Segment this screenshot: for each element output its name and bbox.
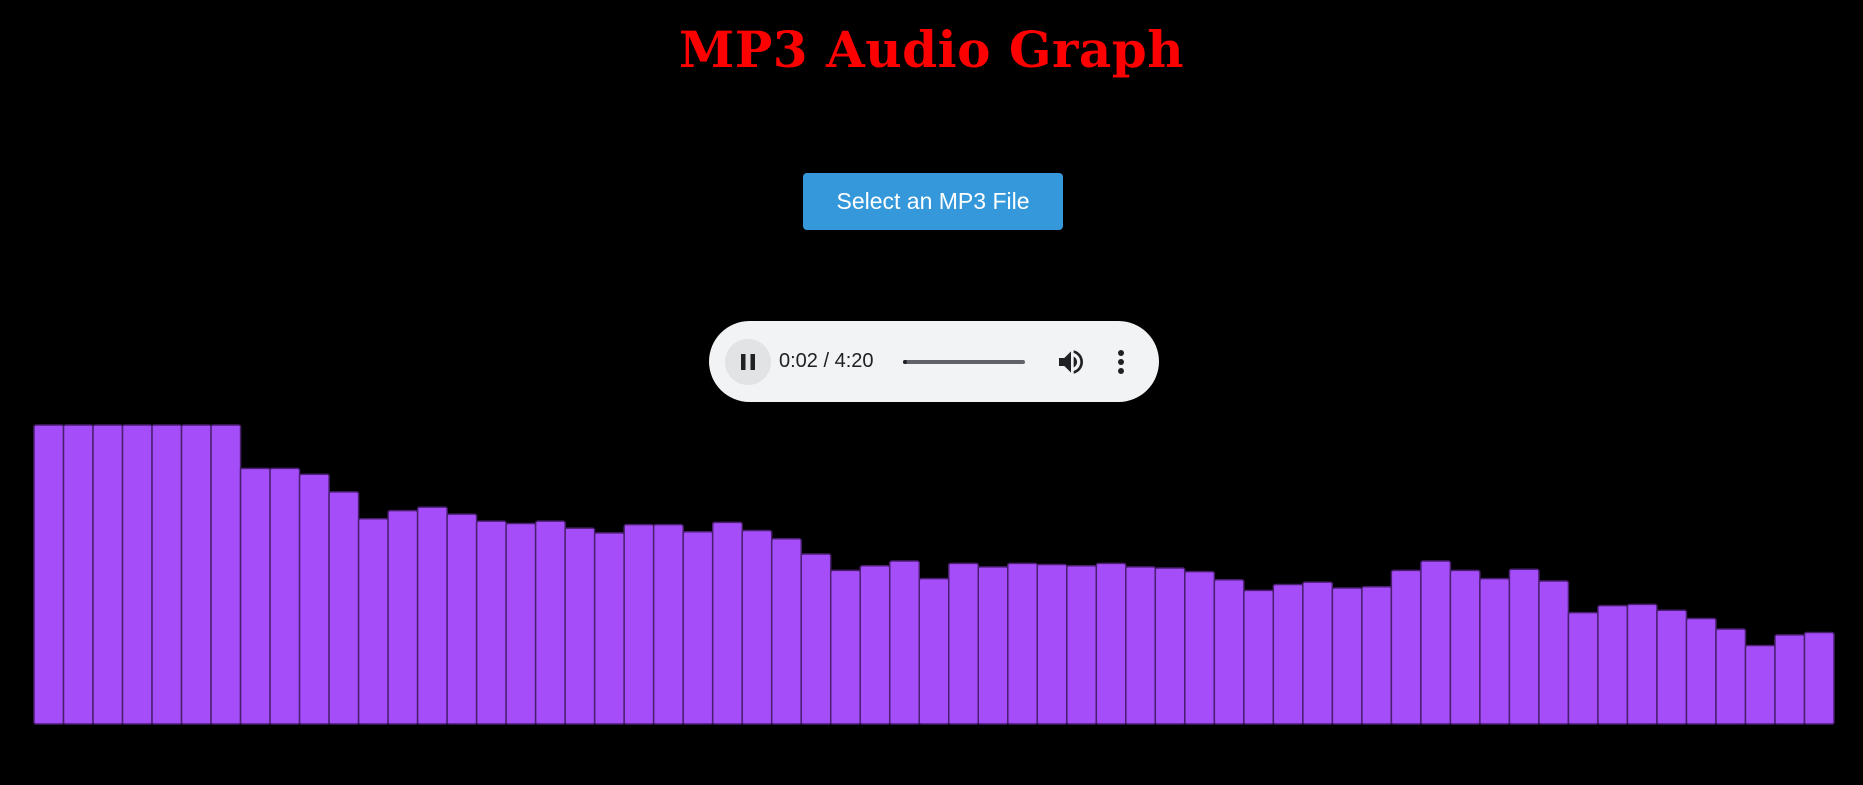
- bar: [1361, 586, 1393, 725]
- bar: [328, 491, 360, 725]
- more-vert-icon: [1118, 350, 1124, 374]
- bar: [269, 467, 301, 725]
- bar: [446, 513, 478, 725]
- bar: [210, 424, 242, 725]
- bar: [1508, 568, 1540, 725]
- volume-icon: [1059, 350, 1083, 374]
- bar: [682, 530, 714, 725]
- bar: [33, 424, 65, 725]
- bar: [505, 522, 537, 725]
- bar: [92, 424, 124, 725]
- bar: [829, 569, 861, 725]
- bar: [1390, 569, 1422, 725]
- bar: [888, 560, 920, 725]
- bar: [1331, 587, 1363, 725]
- bar: [1184, 570, 1216, 725]
- pause-button[interactable]: [725, 339, 771, 385]
- bar: [1420, 560, 1452, 725]
- progress-track: [903, 360, 1025, 364]
- bar: [1272, 583, 1304, 725]
- bar: [652, 523, 684, 725]
- select-mp3-file-button[interactable]: Select an MP3 File: [803, 173, 1063, 230]
- page: MP3 Audio Graph Select an MP3 File 0:02 …: [0, 0, 1863, 785]
- time-display: 0:02 / 4:20: [779, 350, 874, 372]
- bar: [1479, 577, 1511, 725]
- bar: [1538, 580, 1570, 725]
- bar: [62, 424, 94, 725]
- bar: [918, 577, 950, 725]
- bar: [800, 553, 832, 725]
- bar: [416, 506, 448, 725]
- bar: [593, 532, 625, 725]
- volume-button[interactable]: [1055, 346, 1087, 378]
- bar: [298, 473, 330, 725]
- bar: [1125, 566, 1157, 725]
- pause-icon: [741, 354, 755, 370]
- bar: [1774, 634, 1806, 725]
- bar: [1597, 604, 1629, 725]
- bar: [475, 520, 507, 725]
- bar: [180, 424, 212, 725]
- bar: [1007, 562, 1039, 725]
- bar: [741, 529, 773, 725]
- bar: [1744, 644, 1776, 725]
- progress-fill: [903, 360, 907, 364]
- page-title: MP3 Audio Graph: [678, 20, 1185, 79]
- bar: [977, 566, 1009, 725]
- bar: [1154, 567, 1186, 725]
- bar: [1243, 589, 1275, 725]
- more-options-button[interactable]: [1109, 346, 1133, 378]
- bar: [1302, 581, 1334, 725]
- bar: [770, 537, 802, 725]
- bar: [387, 509, 419, 725]
- bar: [1626, 603, 1658, 725]
- bar: [948, 562, 980, 725]
- bar: [534, 520, 566, 725]
- bar: [239, 467, 271, 725]
- bar: [564, 527, 596, 725]
- bar: [1449, 569, 1481, 725]
- bar: [1095, 562, 1127, 725]
- audio-player: 0:02 / 4:20: [709, 321, 1159, 402]
- bar: [357, 518, 389, 725]
- progress-slider[interactable]: [903, 357, 1025, 367]
- bar: [1567, 611, 1599, 725]
- bar: [711, 521, 743, 725]
- bar: [1036, 563, 1068, 725]
- bar: [1685, 617, 1717, 725]
- bar: [1656, 609, 1688, 725]
- bar: [1803, 631, 1835, 725]
- bar: [859, 564, 891, 725]
- bar: [1715, 628, 1747, 725]
- bar: [151, 424, 183, 725]
- bar: [1213, 579, 1245, 725]
- bar: [1066, 564, 1098, 725]
- bar: [121, 424, 153, 725]
- bar: [623, 523, 655, 725]
